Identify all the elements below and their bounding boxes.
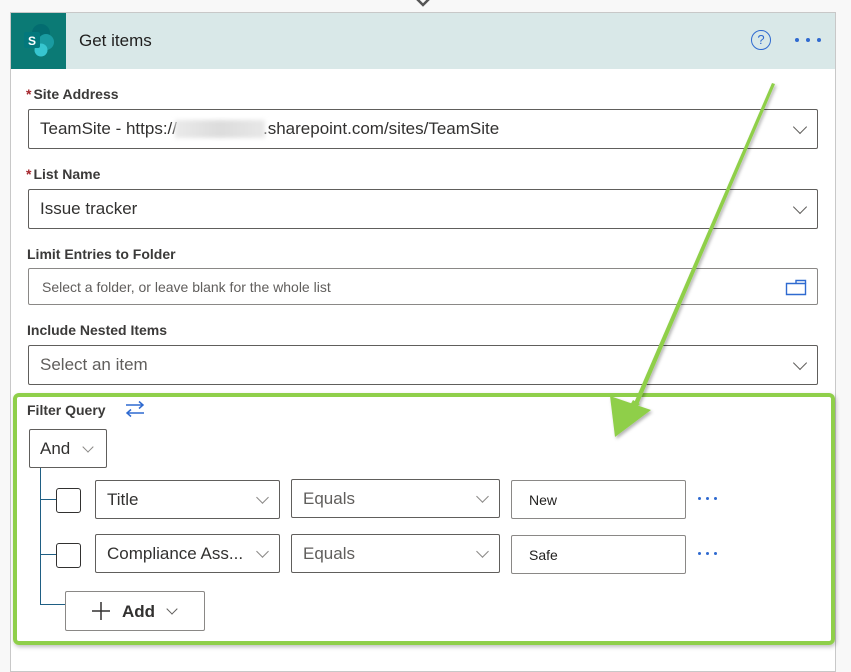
plus-icon <box>92 602 110 620</box>
add-condition-button[interactable]: Add <box>65 591 205 631</box>
required-marker: * <box>26 86 32 102</box>
filter-operator-value: Equals <box>303 488 355 508</box>
filter-operator-dropdown[interactable]: Equals <box>291 534 500 573</box>
limit-folder-placeholder: Select a folder, or leave blank for the … <box>42 278 331 295</box>
card-header[interactable]: S Get items ? <box>11 13 835 69</box>
connector-arrow-icon <box>416 0 430 7</box>
site-address-dropdown[interactable]: TeamSite - https:// .sharepoint.com/sites… <box>28 109 818 149</box>
tree-line-branch <box>40 554 56 555</box>
tree-line-branch <box>40 604 65 605</box>
row-more-icon[interactable] <box>698 497 717 500</box>
site-address-value-suffix: .sharepoint.com/sites/TeamSite <box>263 119 500 138</box>
chevron-down-icon <box>166 603 178 615</box>
more-options-icon[interactable] <box>795 31 825 49</box>
row-checkbox[interactable] <box>56 543 81 568</box>
chevron-down-icon <box>256 544 269 558</box>
chevron-down-icon <box>792 355 808 371</box>
filter-value-input[interactable]: New <box>511 480 686 519</box>
chevron-down-icon <box>476 544 489 558</box>
swap-mode-icon[interactable] <box>124 400 146 418</box>
chevron-down-icon <box>476 489 489 503</box>
required-marker: * <box>26 166 32 182</box>
nested-items-label: Include Nested Items <box>27 322 168 338</box>
group-operator-value: And <box>40 438 71 458</box>
site-address-label-text: Site Address <box>33 86 119 102</box>
tree-line-vertical <box>40 468 41 605</box>
filter-field-dropdown[interactable]: Compliance Ass... <box>95 534 280 573</box>
filter-operator-value: Equals <box>303 543 355 563</box>
redacted-tenant <box>175 120 265 138</box>
chevron-down-icon <box>256 490 269 504</box>
folder-icon[interactable] <box>785 278 807 296</box>
filter-value-text: Safe <box>529 546 558 563</box>
svg-text:S: S <box>27 34 35 48</box>
filter-query-label: Filter Query <box>27 402 106 418</box>
tree-line-branch <box>40 499 56 500</box>
row-more-icon[interactable] <box>698 552 717 555</box>
group-operator-dropdown[interactable]: And <box>29 429 107 468</box>
list-name-value: Issue tracker <box>40 199 138 218</box>
add-button-label: Add <box>122 602 156 621</box>
filter-field-value: Compliance Ass... <box>107 543 244 563</box>
filter-field-value: Title <box>107 489 139 509</box>
filter-field-dropdown[interactable]: Title <box>95 480 280 519</box>
row-checkbox[interactable] <box>56 488 81 513</box>
chevron-down-icon <box>82 440 94 453</box>
help-icon[interactable]: ? <box>751 30 771 50</box>
list-name-label: * List Name <box>26 166 100 182</box>
site-address-label: * Site Address <box>26 86 119 102</box>
chevron-down-icon <box>792 119 808 135</box>
limit-folder-label: Limit Entries to Folder <box>27 246 176 262</box>
list-name-dropdown[interactable]: Issue tracker <box>28 189 818 229</box>
sharepoint-logo-icon: S <box>11 13 66 69</box>
chevron-down-icon <box>792 199 808 215</box>
filter-operator-dropdown[interactable]: Equals <box>291 479 500 518</box>
filter-value-input[interactable]: Safe <box>511 535 686 574</box>
nested-items-dropdown[interactable]: Select an item <box>28 345 818 385</box>
list-name-label-text: List Name <box>33 166 101 182</box>
card-title: Get items <box>79 31 152 50</box>
limit-folder-input[interactable]: Select a folder, or leave blank for the … <box>28 268 818 305</box>
nested-items-placeholder: Select an item <box>40 355 148 374</box>
site-address-value-prefix: TeamSite - https:// <box>40 119 177 138</box>
filter-value-text: New <box>529 491 558 508</box>
